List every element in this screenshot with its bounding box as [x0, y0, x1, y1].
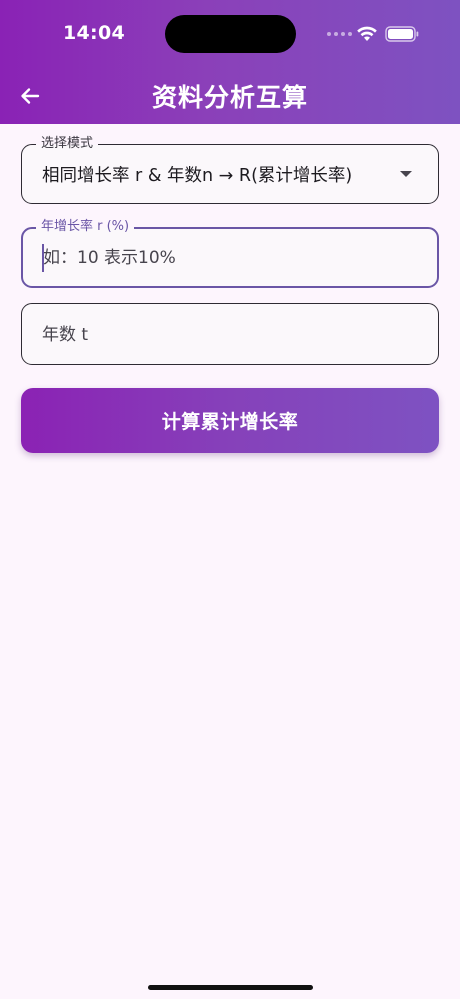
status-time: 14:04	[63, 22, 125, 44]
app-header: 14:04 资料分析互算	[0, 0, 460, 124]
status-bar: 14:04	[0, 0, 460, 68]
wifi-icon	[357, 26, 377, 41]
cellular-signal-icon	[327, 32, 352, 36]
rate-field-label: 年增长率 r (%)	[36, 218, 135, 236]
calculate-button[interactable]: 计算累计增长率	[21, 388, 439, 453]
years-input[interactable]	[40, 318, 420, 352]
home-indicator[interactable]	[148, 985, 313, 990]
page-title: 资料分析互算	[151, 83, 308, 112]
mode-select-value: 相同增长率 r & 年数n → R(累计增长率)	[42, 166, 353, 186]
rate-field: 年增长率 r (%)	[21, 218, 439, 288]
battery-icon	[385, 26, 419, 42]
dynamic-island	[165, 15, 296, 53]
mode-select[interactable]: 选择模式 相同增长率 r & 年数n → R(累计增长率)	[21, 135, 439, 204]
app-bar: 资料分析互算	[0, 68, 460, 124]
mode-select-label: 选择模式	[36, 135, 99, 153]
text-cursor	[42, 244, 44, 272]
dropdown-arrow-icon	[400, 171, 412, 177]
rate-input[interactable]	[41, 241, 421, 275]
app-screen: 14:04 资料分析互算 选择模式 相同增长率 r & 年数n → R(累计增长…	[0, 0, 460, 999]
years-field	[21, 303, 439, 365]
